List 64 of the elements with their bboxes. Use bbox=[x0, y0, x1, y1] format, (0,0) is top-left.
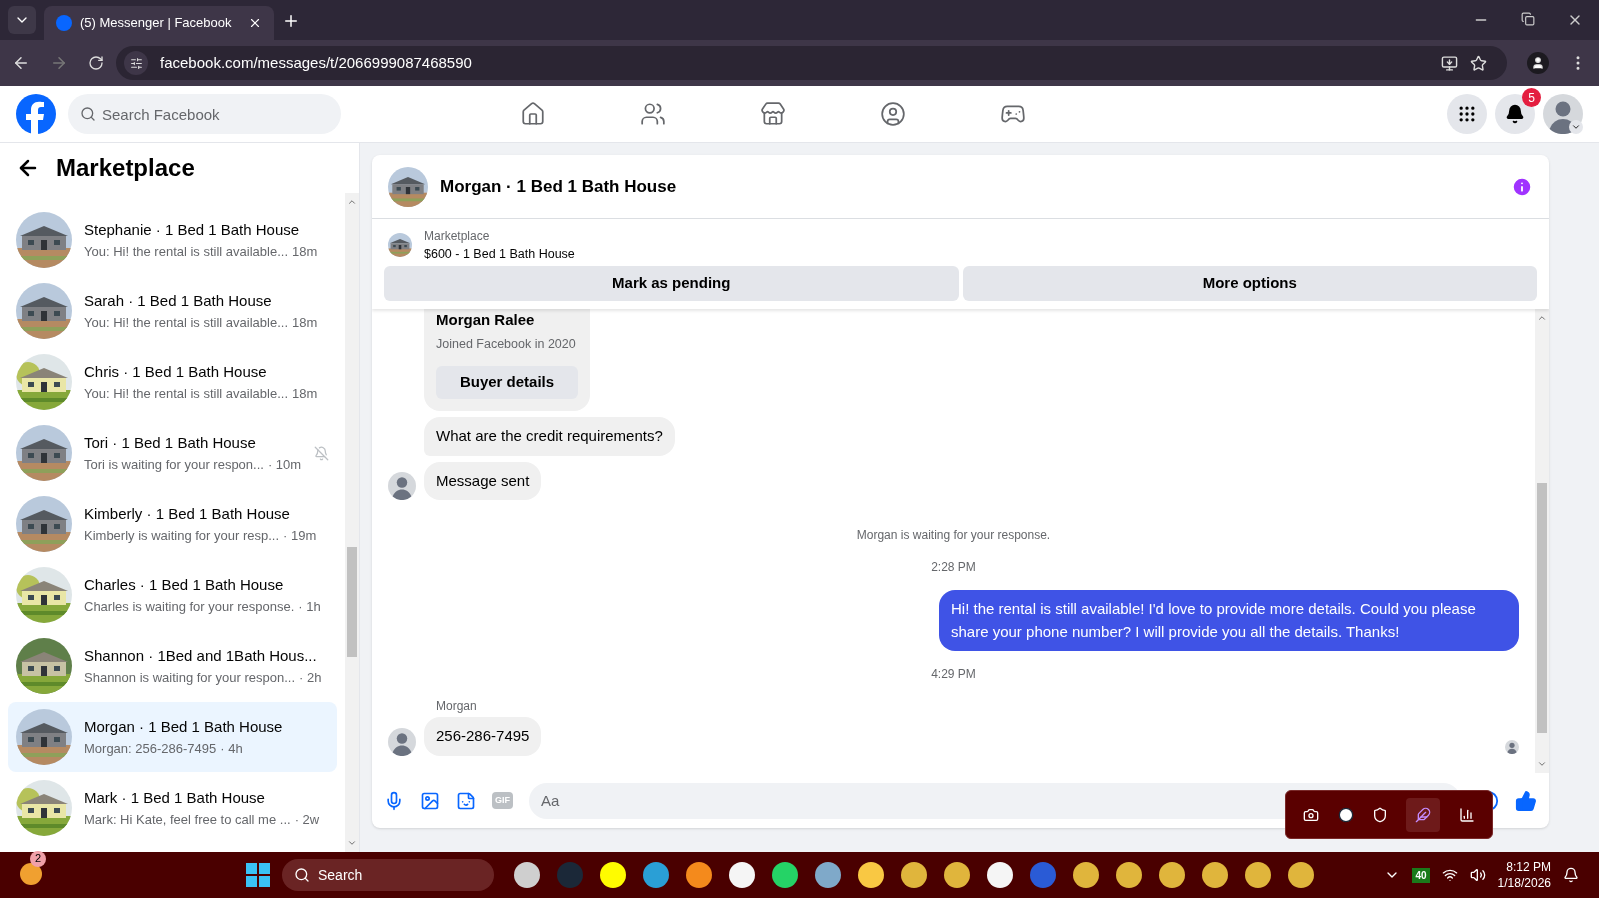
conversation-name: Morgan · 1 Bed 1 Bath House bbox=[84, 717, 284, 737]
sidebar-title: Marketplace bbox=[56, 153, 195, 183]
tray-indicator: 40 bbox=[1412, 867, 1430, 883]
conversation-name: Kimberly · 1 Bed 1 Bath House bbox=[84, 504, 291, 524]
message-preview: Charles is waiting for your response. bbox=[84, 597, 295, 616]
conversation-name: Stephanie · 1 Bed 1 Bath House bbox=[84, 220, 301, 240]
conversation-name: Chris · 1 Bed 1 Bath House bbox=[84, 362, 268, 382]
clock-time: 8:12 PM bbox=[1506, 859, 1551, 875]
message-time: · 1h bbox=[298, 597, 321, 616]
message-time: · 10m bbox=[267, 455, 302, 474]
message-bubble: 256-286-7495 bbox=[424, 717, 542, 756]
conversation-name: Charles · 1 Bed 1 Bath House bbox=[84, 575, 285, 595]
message-preview: Mark: Hi Kate, feel free to call me ... bbox=[84, 810, 291, 829]
message-bubble: What are the credit requirements? bbox=[424, 417, 675, 456]
message-bubble: Hi! the rental is still available! I'd love to provide more details. Could you please share your phone number? I will provide you all the details. Thanks! bbox=[939, 590, 1519, 651]
message-preview: Shannon is waiting for your respon... bbox=[84, 668, 295, 687]
buyer-joined: Joined Facebook in 2020 bbox=[436, 336, 577, 354]
conversation-item[interactable]: Kimberly · 1 Bed 1 Bath House Kimberly is waiting for your resp... · 19m bbox=[8, 489, 337, 559]
message-preview: You: Hi! the rental is still available... bbox=[84, 313, 288, 332]
conversation-item[interactable]: Charles · 1 Bed 1 Bath House Charles is waiting for your response. · 1h bbox=[8, 560, 337, 630]
conversation-item[interactable]: Mark · 1 Bed 1 Bath House Mark: Hi Kate, feel free to call me ... · 2w bbox=[8, 773, 337, 843]
timestamp: 2:28 PM bbox=[931, 559, 976, 576]
buyer-details-button[interactable]: Buyer details bbox=[436, 366, 578, 399]
message-time: 18m bbox=[292, 313, 318, 332]
conversation-item[interactable]: Sarah · 1 Bed 1 Bath House You: Hi! the rental is still available... 18m bbox=[8, 276, 337, 346]
message-time: 18m bbox=[292, 242, 318, 261]
browser-tab[interactable]: (5) Messenger | Facebook bbox=[44, 6, 274, 40]
message-preview: Morgan: 256-286-7495 bbox=[84, 739, 217, 758]
url-text: facebook.com/messages/t/2066999087468590 bbox=[160, 52, 473, 73]
conversation-item[interactable]: Chris · 1 Bed 1 Bath House You: Hi! the rental is still available... 18m bbox=[8, 347, 337, 417]
conversation-name: Mark · 1 Bed 1 Bath House bbox=[84, 788, 266, 808]
chat-title: Morgan · 1 Bed 1 Bath House bbox=[440, 175, 678, 198]
conversation-item[interactable]: Stephanie · 1 Bed 1 Bath House You: Hi! the rental is still available... 18m bbox=[8, 205, 337, 275]
timestamp: 4:29 PM bbox=[931, 666, 976, 683]
conversation-name: Sarah · 1 Bed 1 Bath House bbox=[84, 291, 273, 311]
message-preview: You: Hi! the rental is still available... bbox=[84, 384, 288, 403]
message-bubble: Message sent bbox=[424, 461, 542, 500]
taskbar-search[interactable]: Search bbox=[282, 859, 494, 891]
message-preview: You: Hi! the rental is still available... bbox=[84, 242, 288, 261]
conversation-item[interactable]: Morgan · 1 Bed 1 Bath House Morgan: 256-286-7495 · 4h bbox=[8, 702, 337, 772]
message-preview: Kimberly is waiting for your resp... bbox=[84, 526, 280, 545]
message-time: 18m bbox=[292, 384, 318, 403]
listing-title: $600 - 1 Bed 1 Bath House bbox=[424, 246, 575, 263]
address-bar[interactable]: facebook.com/messages/t/2066999087468590 bbox=[116, 46, 1507, 80]
conversation-name: Shannon · 1Bed and 1Bath Hous... bbox=[84, 646, 318, 666]
sender-name: Morgan bbox=[436, 698, 478, 715]
status-notice: Morgan is waiting for your response. bbox=[856, 527, 1051, 544]
message-time: · 19m bbox=[283, 526, 317, 545]
clock-date: 1/18/2026 bbox=[1497, 875, 1551, 891]
conversation-name: Tori · 1 Bed 1 Bath House bbox=[84, 433, 257, 453]
search-field[interactable]: Search Facebook bbox=[68, 94, 341, 134]
action-button[interactable]: Mark as pending bbox=[384, 265, 959, 301]
message-time: · 2w bbox=[294, 810, 320, 829]
tab-title: (5) Messenger | Facebook bbox=[80, 14, 233, 33]
listing-source: Marketplace bbox=[424, 228, 491, 245]
search-label: Search bbox=[318, 865, 364, 885]
conversation-item[interactable]: Tori · 1 Bed 1 Bath House Tori is waiting for your respon... · 10m bbox=[8, 418, 337, 488]
buyer-name: Morgan Ralee bbox=[436, 309, 536, 330]
notification-badge: 5 bbox=[1522, 88, 1541, 107]
message-time: · 2h bbox=[299, 668, 322, 687]
message-preview: Tori is waiting for your respon... bbox=[84, 455, 264, 474]
conversation-item[interactable]: Shannon · 1Bed and 1Bath Hous... Shannon is waiting for your respon... · 2h bbox=[8, 631, 337, 701]
message-time: · 4h bbox=[220, 739, 243, 758]
action-button[interactable]: More options bbox=[962, 265, 1537, 301]
